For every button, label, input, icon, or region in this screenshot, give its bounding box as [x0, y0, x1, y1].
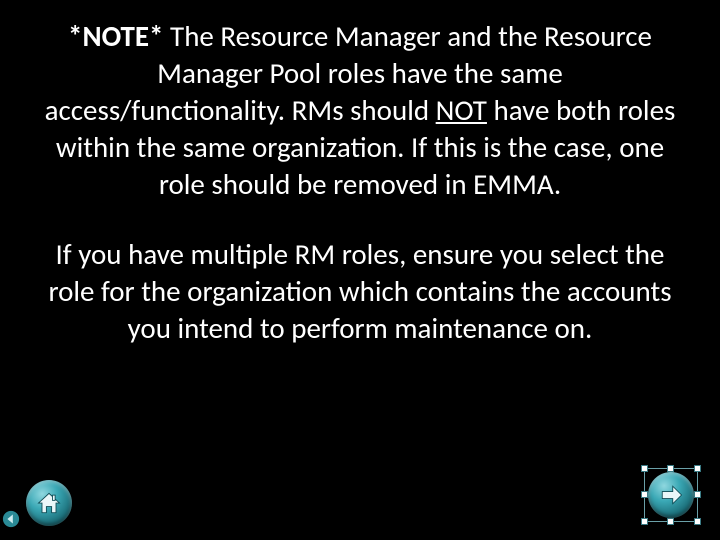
back-button[interactable]	[2, 510, 20, 528]
selection-handle	[667, 518, 674, 525]
arrow-left-icon	[2, 510, 20, 528]
selection-handle	[694, 491, 701, 498]
arrow-right-icon	[657, 481, 685, 509]
next-button[interactable]	[648, 472, 694, 518]
selection-handle	[641, 491, 648, 498]
slide: *NOTE* The Resource Manager and the Reso…	[0, 0, 720, 540]
home-button[interactable]	[26, 480, 72, 526]
note-paragraph-2: If you have multiple RM roles, ensure yo…	[36, 236, 684, 347]
note-paragraph-1: *NOTE* The Resource Manager and the Reso…	[36, 18, 684, 204]
selection-handle	[667, 465, 674, 472]
note-prefix: *NOTE*	[68, 18, 163, 54]
selection-handle	[694, 465, 701, 472]
para1-not: NOT	[436, 92, 487, 128]
home-icon	[35, 489, 63, 517]
selection-handle	[694, 518, 701, 525]
selection-handle	[641, 518, 648, 525]
selection-handle	[641, 465, 648, 472]
